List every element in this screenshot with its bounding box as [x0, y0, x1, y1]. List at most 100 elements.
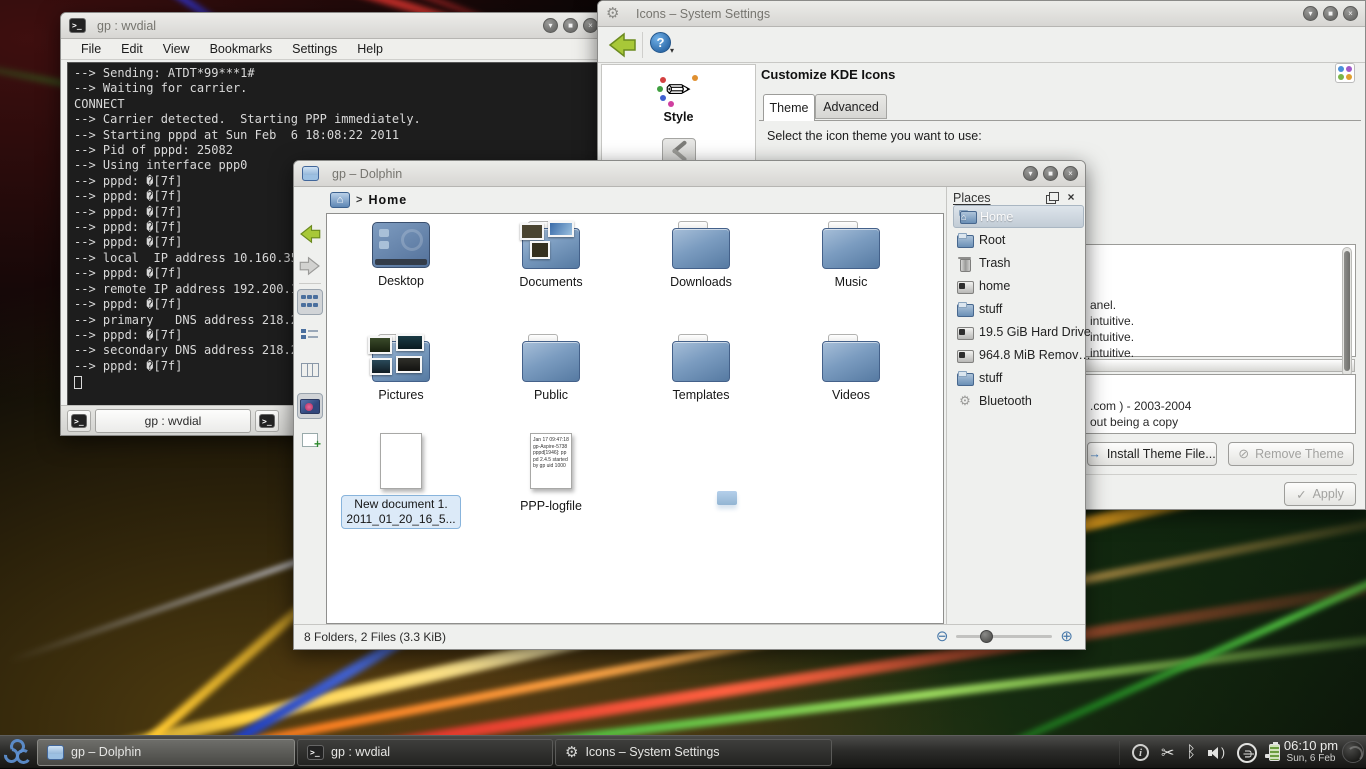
theme-list-scrollbar[interactable] [1342, 247, 1352, 377]
tab-theme[interactable]: Theme [763, 94, 815, 121]
breadcrumb: ⌂ > Home [326, 187, 944, 213]
icons-view-button[interactable] [297, 289, 323, 315]
dolphin-titlebar[interactable]: gp – Dolphin ▾ ■ × [294, 161, 1085, 187]
columns-view-button[interactable] [297, 357, 323, 383]
task-system-settings[interactable]: ⚙ Icons – System Settings [555, 739, 832, 766]
task-label: Icons – System Settings [585, 745, 719, 759]
konsole-tab[interactable]: gp : wvdial [95, 409, 251, 433]
minimize-button[interactable]: ▾ [1023, 166, 1038, 181]
close-button[interactable]: × [1343, 6, 1358, 21]
folder-item-pictures[interactable]: Pictures [326, 334, 476, 402]
bluetooth-icon[interactable]: ᛒ [1186, 744, 1196, 762]
preview-icon [300, 399, 320, 414]
places-item-home[interactable]: Home [953, 205, 1084, 228]
places-item-root[interactable]: Root [953, 228, 1084, 251]
selected-file-label: New document 1. 2011_01_20_16_5... [341, 495, 460, 529]
install-theme-button[interactable]: → Install Theme File... [1087, 442, 1217, 466]
maximize-button[interactable]: ■ [1043, 166, 1058, 181]
close-panel-icon[interactable]: × [1064, 191, 1078, 205]
konsole-titlebar[interactable]: >_ gp : wvdial ▾ ■ × [61, 13, 605, 39]
notifications-icon[interactable]: i [1132, 744, 1149, 761]
task-konsole[interactable]: >_ gp : wvdial [297, 739, 553, 766]
menu-settings[interactable]: Settings [282, 40, 347, 58]
folder-item-videos[interactable]: Videos [776, 334, 926, 402]
back-arrow-icon [606, 32, 638, 58]
home-folder-icon[interactable]: ⌂ [330, 192, 350, 208]
clock-widget[interactable]: 06:10 pm Sun, 6 Feb [1282, 738, 1340, 764]
clock-date: Sun, 6 Feb [1282, 753, 1340, 764]
preview-button[interactable] [297, 393, 323, 419]
places-label: 964.8 MiB Remov… [979, 348, 1091, 362]
places-item-hard-drive[interactable]: 19.5 GiB Hard Drive [953, 320, 1084, 343]
back-button[interactable] [606, 32, 638, 58]
volume-icon[interactable]: ) [1208, 745, 1225, 761]
places-item-home-partition[interactable]: home [953, 274, 1084, 297]
menu-edit[interactable]: Edit [111, 40, 153, 58]
file-item-new-document[interactable]: New document 1. 2011_01_20_16_5... [326, 433, 476, 529]
color-dot [657, 86, 663, 92]
folder-label: Downloads [626, 275, 776, 289]
places-label: stuff [979, 302, 1002, 316]
menu-bookmarks[interactable]: Bookmarks [200, 40, 283, 58]
folder-item-downloads[interactable]: Downloads [626, 221, 776, 289]
bluetooth-icon: ⚙ [957, 394, 973, 408]
sidebar-item-style[interactable]: ✏ Style [602, 65, 755, 124]
maximize-button[interactable]: ■ [563, 18, 578, 33]
details-view-button[interactable] [297, 323, 323, 349]
menu-file[interactable]: File [71, 40, 111, 58]
places-item-stuff-2[interactable]: stuff [953, 366, 1084, 389]
maximize-button[interactable]: ■ [1323, 6, 1338, 21]
battery-icon[interactable] [1269, 744, 1280, 761]
new-tab-button[interactable]: >_ [67, 410, 91, 432]
detach-panel-icon[interactable] [1044, 191, 1058, 205]
task-label: gp : wvdial [331, 745, 390, 759]
places-item-removable[interactable]: 964.8 MiB Remov… [953, 343, 1084, 366]
help-button[interactable]: ? [650, 32, 671, 53]
klipper-scissors-icon[interactable]: ✂ [1161, 743, 1174, 763]
places-label: Root [979, 233, 1005, 247]
close-button[interactable]: × [1063, 166, 1078, 181]
zoom-in-icon[interactable]: ⊕ [1060, 627, 1073, 645]
folder-item-music[interactable]: Music [776, 221, 926, 289]
folder-item-documents[interactable]: Documents [476, 221, 626, 289]
panel-cashew-icon[interactable] [1342, 741, 1364, 763]
system-settings-titlebar[interactable]: ⚙ Icons – System Settings ▾ ■ × [598, 1, 1365, 27]
apply-button[interactable]: ✓ Apply [1284, 482, 1356, 506]
folder-icon [822, 221, 880, 269]
remove-theme-button[interactable]: ⊘ Remove Theme [1228, 442, 1354, 466]
menu-view[interactable]: View [153, 40, 200, 58]
zoom-slider[interactable] [956, 635, 1052, 638]
tab-list-button[interactable]: >_ [255, 410, 279, 432]
folder-label: Desktop [326, 274, 476, 288]
minimize-button[interactable]: ▾ [543, 18, 558, 33]
terminal-line: --> Waiting for carrier. [74, 81, 594, 96]
menubar: File Edit View Bookmarks Settings Help [61, 39, 605, 60]
desktop-folder-icon [372, 222, 430, 268]
taskbar-panel: gp – Dolphin >_ gp : wvdial ⚙ Icons – Sy… [0, 735, 1366, 768]
color-dot [668, 101, 674, 107]
color-dot [692, 75, 698, 81]
folder-item-desktop[interactable]: Desktop [326, 221, 476, 288]
usb-device-icon[interactable]: ψ [1237, 743, 1257, 763]
app-launcher-button[interactable] [0, 736, 36, 769]
places-item-trash[interactable]: Trash [953, 251, 1084, 274]
folder-item-public[interactable]: Public [476, 334, 626, 402]
back-button[interactable] [297, 221, 323, 247]
minimize-button[interactable]: ▾ [1303, 6, 1318, 21]
close-button[interactable]: × [583, 18, 598, 33]
forward-button[interactable] [297, 253, 323, 279]
theme-list-row: intuitive. [1090, 330, 1134, 346]
tab-advanced[interactable]: Advanced [815, 94, 887, 119]
breadcrumb-home[interactable]: Home [368, 193, 407, 207]
task-dolphin[interactable]: gp – Dolphin [37, 739, 295, 766]
folder-item-templates[interactable]: Templates [626, 334, 776, 402]
places-item-stuff[interactable]: stuff [953, 297, 1084, 320]
places-item-bluetooth[interactable]: ⚙ Bluetooth [953, 389, 1084, 412]
menu-help[interactable]: Help [347, 40, 393, 58]
zoom-out-icon[interactable]: ⊖ [936, 627, 949, 645]
breadcrumb-separator: > [356, 194, 362, 206]
split-view-button[interactable] [297, 427, 323, 453]
zoom-slider-knob[interactable] [980, 630, 993, 643]
clock-time: 06:10 pm [1282, 738, 1340, 753]
file-item-ppp-logfile[interactable]: Jan 17 09:47:18 gp-Aspire-5738 pppd[1946… [476, 433, 626, 513]
